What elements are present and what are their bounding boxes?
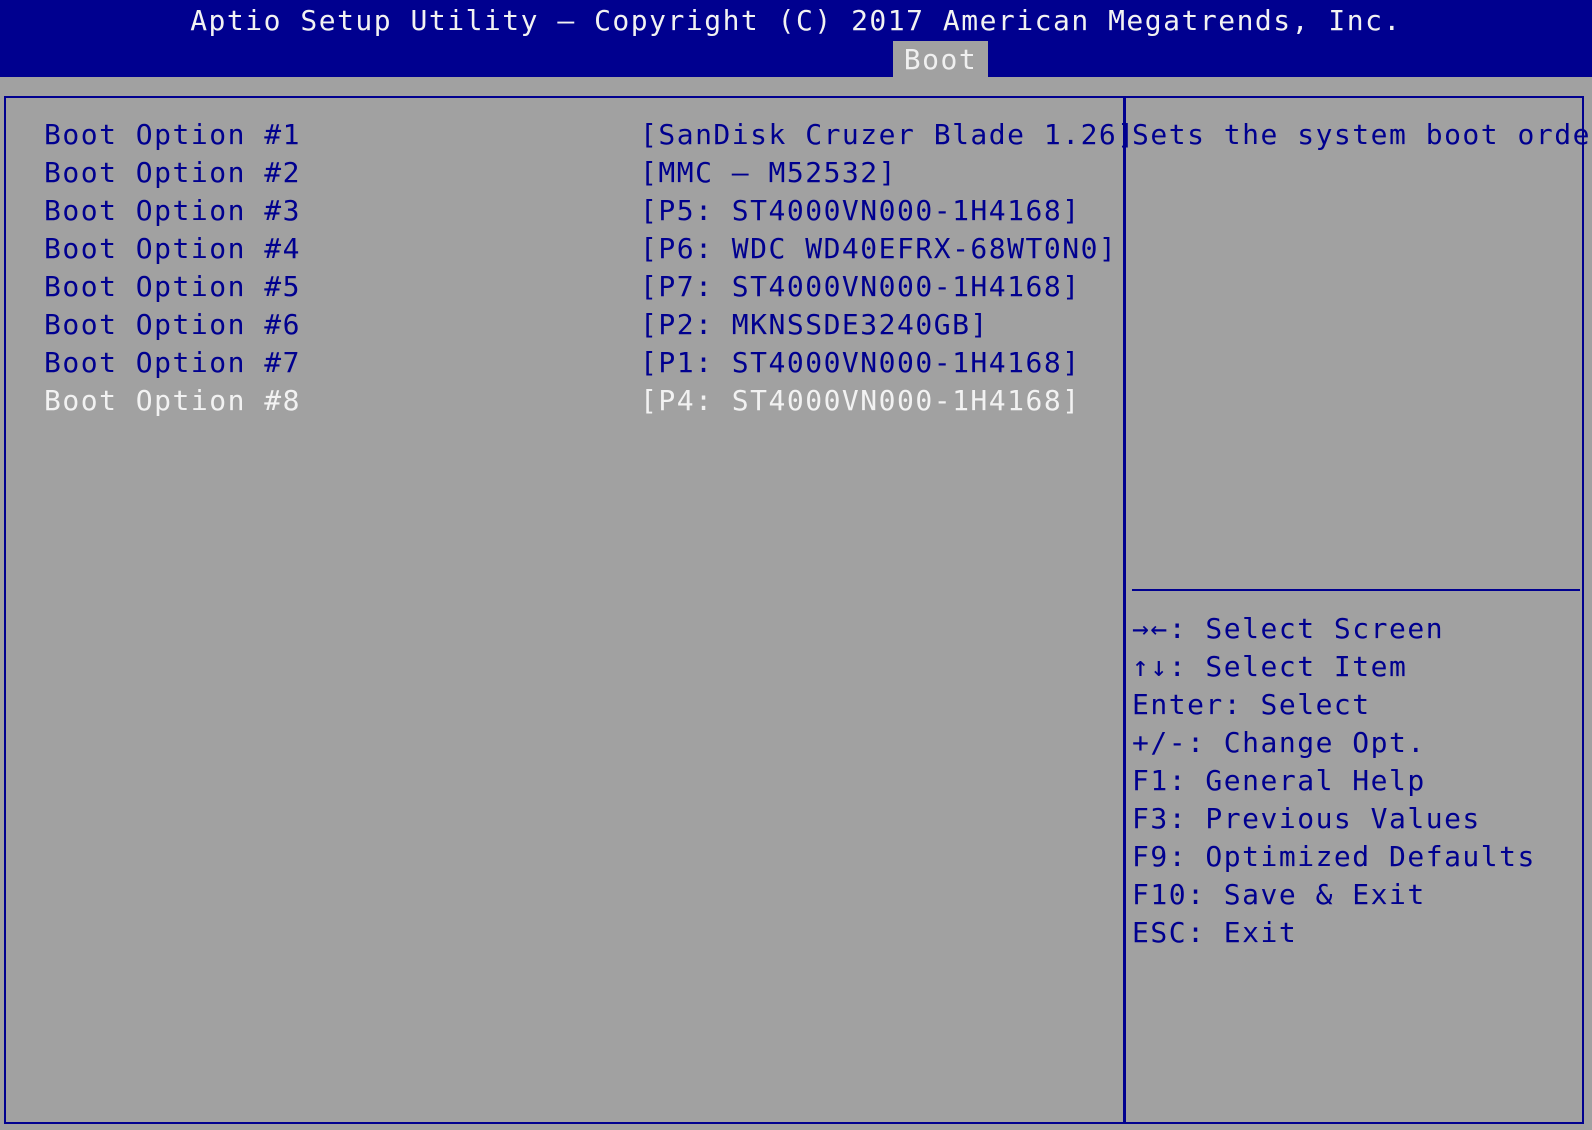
boot-option-label: Boot Option #2 <box>44 156 302 189</box>
boot-option-2[interactable]: Boot Option #2 [MMC – M52532] <box>44 154 1114 192</box>
boot-option-value[interactable]: [P4: ST4000VN000-1H4168] <box>640 382 1081 420</box>
boot-option-1[interactable]: Boot Option #1 [SanDisk Cruzer Blade 1.2… <box>44 116 1134 154</box>
key-help-item: F1: General Help <box>1132 764 1426 797</box>
boot-option-label: Boot Option #5 <box>44 270 302 303</box>
boot-option-8[interactable]: Boot Option #8 [P4: ST4000VN000-1H4168] <box>44 382 1114 420</box>
key-help-item: +/-: Change Opt. <box>1132 726 1426 759</box>
boot-option-label: Boot Option #6 <box>44 308 302 341</box>
boot-option-7[interactable]: Boot Option #7 [P1: ST4000VN000-1H4168] <box>44 344 1114 382</box>
key-help-item: F10: Save & Exit <box>1132 878 1426 911</box>
boot-option-label: Boot Option #8 <box>44 384 302 417</box>
boot-option-value[interactable]: [P6: WDC WD40EFRX-68WT0N0] <box>640 230 1117 268</box>
key-help-item: ↑↓: Select Item <box>1132 650 1408 683</box>
panel-divider <box>1123 96 1126 1124</box>
boot-option-label: Boot Option #1 <box>44 118 302 151</box>
boot-option-value[interactable]: [P1: ST4000VN000-1H4168] <box>640 344 1081 382</box>
app-title: Aptio Setup Utility – Copyright (C) 2017… <box>190 4 1402 37</box>
key-help-item: F9: Optimized Defaults <box>1132 840 1536 873</box>
key-help-item: Enter: Select <box>1132 688 1371 721</box>
boot-option-label: Boot Option #4 <box>44 232 302 265</box>
help-divider <box>1132 589 1580 591</box>
tab-boot[interactable]: Boot <box>893 41 988 77</box>
boot-option-value[interactable]: [P7: ST4000VN000-1H4168] <box>640 268 1081 306</box>
boot-option-3[interactable]: Boot Option #3 [P5: ST4000VN000-1H4168] <box>44 192 1114 230</box>
title-bar: Aptio Setup Utility – Copyright (C) 2017… <box>0 0 1592 77</box>
boot-option-6[interactable]: Boot Option #6 [P2: MKNSSDE3240GB] <box>44 306 1114 344</box>
boot-option-4[interactable]: Boot Option #4 [P6: WDC WD40EFRX-68WT0N0… <box>44 230 1117 268</box>
boot-option-5[interactable]: Boot Option #5 [P7: ST4000VN000-1H4168] <box>44 268 1114 306</box>
boot-options-list: Boot Option #1 [SanDisk Cruzer Blade 1.2… <box>44 116 1134 420</box>
key-help-item: ESC: Exit <box>1132 916 1298 949</box>
help-text: Sets the system boot order <box>1132 118 1592 151</box>
key-help-item: F3: Previous Values <box>1132 802 1481 835</box>
boot-option-value[interactable]: [P5: ST4000VN000-1H4168] <box>640 192 1081 230</box>
key-help-list: →←: Select Screen ↑↓: Select Item Enter:… <box>1132 610 1536 952</box>
boot-option-label: Boot Option #7 <box>44 346 302 379</box>
boot-option-label: Boot Option #3 <box>44 194 302 227</box>
boot-option-value[interactable]: [SanDisk Cruzer Blade 1.26] <box>640 116 1136 154</box>
boot-option-value[interactable]: [P2: MKNSSDE3240GB] <box>640 306 989 344</box>
key-help-item: →←: Select Screen <box>1132 612 1445 645</box>
boot-option-value[interactable]: [MMC – M52532] <box>640 154 897 192</box>
